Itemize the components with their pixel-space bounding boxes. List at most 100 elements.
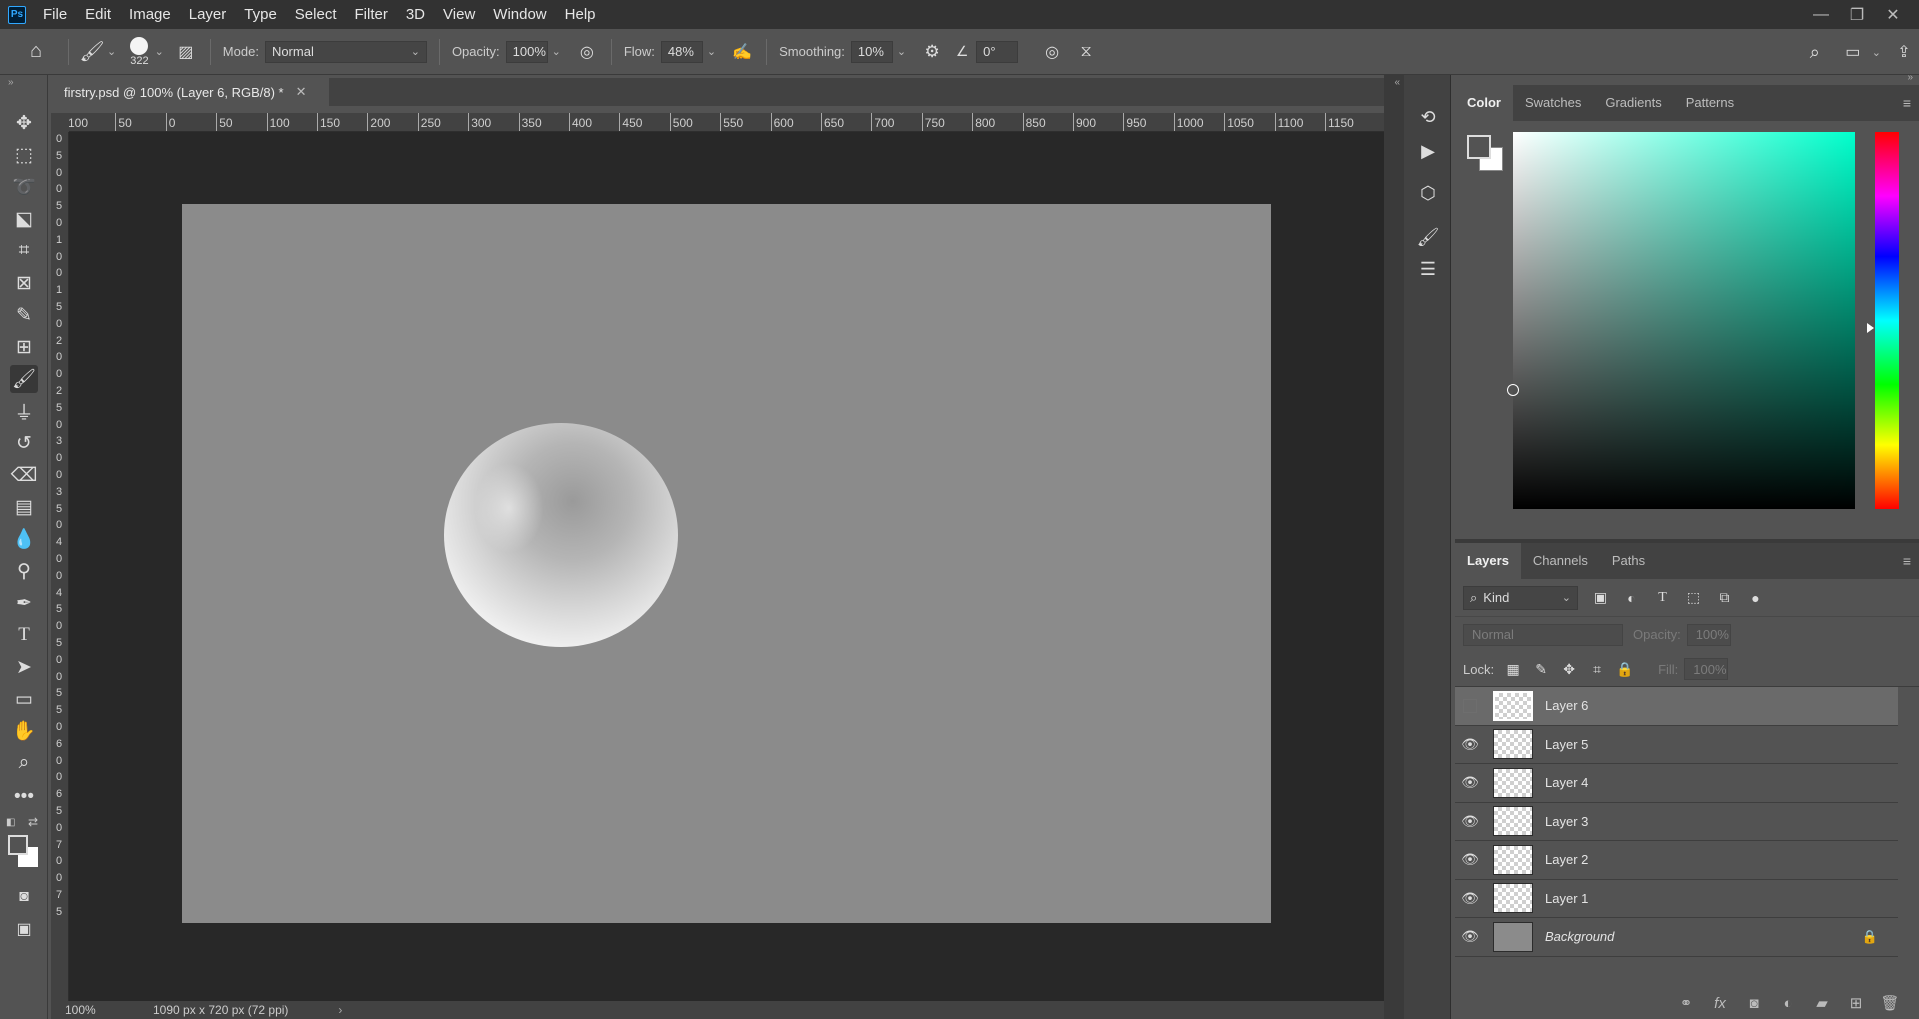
spot-healing-tool-icon[interactable]: ⊞ — [10, 333, 38, 361]
hue-slider[interactable] — [1875, 132, 1899, 509]
history-icon[interactable]: ⟲ — [1416, 105, 1440, 129]
eye-icon[interactable]: 👁 — [1455, 774, 1485, 791]
zoom-tool-icon[interactable]: ⌕ — [10, 749, 38, 777]
expand-icon[interactable]: « — [1394, 77, 1400, 88]
workspace-icon[interactable]: ▭ — [1838, 42, 1868, 62]
trash-icon[interactable]: 🗑 — [1879, 994, 1901, 1012]
panel-menu-icon[interactable]: ≡ — [1903, 95, 1911, 111]
fx-icon[interactable]: fx — [1709, 995, 1731, 1012]
tab-swatches[interactable]: Swatches — [1513, 85, 1593, 121]
layer-row[interactable]: 👁 Layer 5 — [1455, 726, 1898, 764]
tab-channels[interactable]: Channels — [1521, 543, 1600, 579]
layer-thumbnail[interactable] — [1493, 883, 1533, 914]
blend-mode-select[interactable]: Normal — [1463, 623, 1623, 646]
crop-tool-icon[interactable]: ⌗ — [10, 237, 38, 265]
panel-menu-icon[interactable]: ≡ — [1903, 553, 1911, 569]
menu-file[interactable]: File — [34, 0, 76, 29]
menu-edit[interactable]: Edit — [76, 0, 120, 29]
rectangle-tool-icon[interactable]: ▭ — [10, 685, 38, 713]
new-layer-icon[interactable]: ⊞ — [1845, 994, 1867, 1012]
pressure-size-icon[interactable]: ◎ — [1040, 42, 1064, 62]
tab-gradients[interactable]: Gradients — [1593, 85, 1673, 121]
collapse-icon[interactable]: » — [8, 77, 14, 88]
layer-row[interactable]: 👁 Background 🔒 — [1455, 918, 1898, 957]
tab-layers[interactable]: Layers — [1455, 543, 1521, 579]
layer-row[interactable]: 👁 Layer 2 — [1455, 841, 1898, 880]
quick-mask-icon[interactable]: ◙ — [10, 883, 38, 911]
fill-input[interactable]: 100% — [1684, 658, 1729, 680]
screen-mode-icon[interactable]: ▣ — [10, 915, 38, 943]
opacity-input[interactable]: 100% — [505, 40, 548, 63]
new-group-icon[interactable]: ▰ — [1811, 994, 1833, 1012]
document-tab[interactable]: firstry.psd @ 100% (Layer 6, RGB/8) * ✕ — [51, 78, 329, 106]
default-colors-icon[interactable]: ◧ — [6, 817, 15, 828]
brush-tool-icon[interactable]: 🖌 — [79, 39, 104, 64]
layer-thumbnail[interactable] — [1493, 806, 1533, 837]
angle-input[interactable]: 0° — [976, 40, 1019, 63]
frame-tool-icon[interactable]: ⊠ — [10, 269, 38, 297]
layer-name[interactable]: Layer 4 — [1545, 775, 1588, 790]
layer-thumbnail[interactable] — [1493, 729, 1533, 760]
menu-view[interactable]: View — [434, 0, 484, 29]
foreground-color-swatch[interactable] — [1467, 135, 1491, 159]
eraser-tool-icon[interactable]: ⌫ — [10, 461, 38, 489]
collapse-icon[interactable]: » — [1907, 72, 1913, 83]
brush-settings-icon[interactable]: ▨ — [174, 42, 198, 62]
menu-3d[interactable]: 3D — [397, 0, 434, 29]
lock-icon[interactable]: 🔒 — [1862, 929, 1878, 945]
layer-row[interactable]: 👁 Layer 1 — [1455, 880, 1898, 918]
home-icon[interactable]: ⌂ — [22, 40, 50, 63]
hue-slider-marker[interactable] — [1867, 323, 1874, 333]
link-layers-icon[interactable]: ⚭ — [1675, 994, 1697, 1012]
layer-row[interactable]: 👁 Layer 3 — [1455, 803, 1898, 841]
search-icon[interactable]: ⌕ — [1800, 42, 1830, 63]
move-tool-icon[interactable]: ✥ — [10, 109, 38, 137]
object-selection-tool-icon[interactable]: ⬕ — [10, 205, 38, 233]
layer-name[interactable]: Layer 5 — [1545, 737, 1588, 752]
share-icon[interactable]: ⇪ — [1889, 42, 1919, 62]
color-swatches[interactable] — [8, 835, 40, 869]
menu-type[interactable]: Type — [235, 0, 286, 29]
hand-tool-icon[interactable]: ✋ — [10, 717, 38, 745]
add-mask-icon[interactable]: ◙ — [1743, 995, 1765, 1012]
type-tool-icon[interactable]: T — [10, 621, 38, 649]
saturation-brightness-field[interactable] — [1507, 132, 1855, 509]
menu-layer[interactable]: Layer — [180, 0, 236, 29]
layer-thumbnail[interactable] — [1493, 767, 1533, 798]
chevron-down-icon[interactable]: ⌄ — [897, 45, 906, 58]
menu-window[interactable]: Window — [484, 0, 555, 29]
path-selection-tool-icon[interactable]: ➤ — [10, 653, 38, 681]
symmetry-icon[interactable]: ⧖ — [1074, 43, 1098, 61]
marquee-tool-icon[interactable]: ⬚ — [10, 141, 38, 169]
brush-tool-icon[interactable]: 🖌 — [10, 365, 38, 393]
restore-button[interactable]: ❐ — [1839, 5, 1875, 25]
more-tools-icon[interactable]: ••• — [10, 783, 38, 811]
minimize-button[interactable]: — — [1803, 6, 1839, 24]
chevron-down-icon[interactable]: ⌄ — [107, 45, 116, 58]
stamp-tool-icon[interactable]: ⏚ — [10, 397, 38, 425]
type-filter-icon[interactable]: T — [1654, 589, 1671, 606]
pixel-filter-icon[interactable]: ▣ — [1592, 589, 1609, 606]
adjustments-icon[interactable]: ☰ — [1416, 257, 1440, 281]
brush-preset-picker[interactable]: 322 — [130, 36, 149, 67]
smart-object-filter-icon[interactable]: ⧉ — [1716, 589, 1733, 606]
color-picker-marker[interactable] — [1507, 384, 1519, 396]
tab-patterns[interactable]: Patterns — [1674, 85, 1746, 121]
kind-filter-select[interactable]: ⌕ Kind ⌄ — [1463, 585, 1578, 610]
eye-icon[interactable]: 👁 — [1455, 813, 1485, 830]
pressure-opacity-icon[interactable]: ◎ — [575, 42, 599, 62]
flow-input[interactable]: 48% — [660, 40, 703, 63]
brush-settings-icon[interactable]: 🖌 — [1416, 225, 1440, 249]
lasso-tool-icon[interactable]: ➰ — [10, 173, 38, 201]
color-swatch-pair[interactable] — [1467, 135, 1507, 175]
eye-icon[interactable]: 👁 — [1455, 890, 1485, 907]
eye-icon[interactable]: 👁 — [1455, 851, 1485, 868]
layer-opacity-input[interactable]: 100% — [1686, 623, 1731, 646]
menu-image[interactable]: Image — [120, 0, 180, 29]
lock-all-icon[interactable]: 🔒 — [1616, 660, 1634, 678]
chevron-down-icon[interactable]: ⌄ — [707, 45, 716, 58]
eyedropper-tool-icon[interactable]: ✎ — [10, 301, 38, 329]
tab-color[interactable]: Color — [1455, 85, 1513, 121]
adjustment-filter-icon[interactable]: ◐ — [1623, 589, 1640, 606]
history-brush-tool-icon[interactable]: ↺ — [10, 429, 38, 457]
